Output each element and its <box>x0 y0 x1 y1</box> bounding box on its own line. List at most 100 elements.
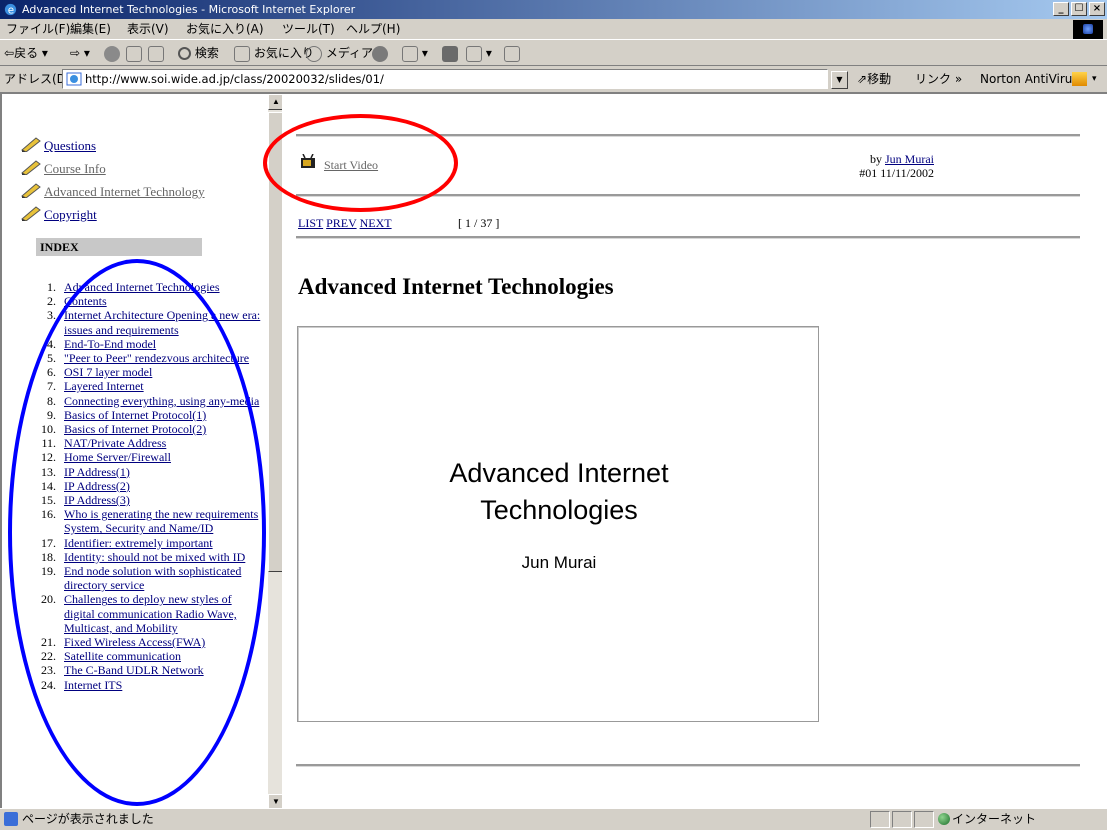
standard-toolbar: ⇦戻る ▾ ⇨ ▾ 検索 お気に入り メディア ▾ ▾ <box>0 41 1107 66</box>
security-zone: インターネット <box>952 812 1037 826</box>
slide-title-line: Advanced Internet <box>449 458 669 488</box>
page-icon <box>66 72 82 86</box>
author-link[interactable]: Jun Murai <box>885 152 934 166</box>
print-icon <box>442 45 458 62</box>
sidebar-link-label: Course Info <box>44 161 106 176</box>
pencil-icon <box>21 160 41 175</box>
refresh-button[interactable] <box>126 41 142 66</box>
home-button[interactable] <box>148 41 164 66</box>
by-label: by <box>870 152 882 166</box>
red-annotation-ellipse <box>263 114 458 212</box>
page-title: Advanced Internet Technologies <box>298 274 614 299</box>
slide-counter: [ 1 / 37 ] <box>458 216 500 230</box>
slide-title-text: Advanced Internet Technologies <box>298 455 820 529</box>
address-input[interactable]: http://www.soi.wide.ad.jp/class/20020032… <box>62 69 828 89</box>
maximize-button[interactable]: ☐ <box>1071 2 1087 16</box>
blue-annotation-ellipse <box>8 259 266 806</box>
edit-button[interactable]: ▾ <box>466 41 492 66</box>
slide-navigation: LIST PREV [ 1 / 37 ] NEXT <box>298 216 898 232</box>
status-panel <box>914 811 934 828</box>
discuss-button[interactable] <box>504 41 520 66</box>
back-label: 戻る <box>14 46 39 60</box>
windows-logo-throbber <box>1073 20 1103 39</box>
window-title-bar: e Advanced Internet Technologies - Micro… <box>0 0 1107 19</box>
slide-title-line: Technologies <box>480 495 638 525</box>
home-icon <box>148 45 164 62</box>
go-label: 移動 <box>867 72 892 86</box>
sidebar-link-label: Copyright <box>44 207 97 222</box>
divider <box>296 764 1080 767</box>
slide-image: Advanced Internet Technologies Jun Murai <box>297 326 819 722</box>
menu-help[interactable]: ヘルプ(H) <box>346 19 400 40</box>
links-button[interactable]: リンク » <box>915 67 962 92</box>
menu-bar: ファイル(F) 編集(E) 表示(V) お気に入り(A) ツール(T) ヘルプ(… <box>0 19 1107 40</box>
internet-explorer-icon: e <box>4 3 17 16</box>
discuss-icon <box>504 45 520 62</box>
status-text: ページが表示されました <box>22 812 154 826</box>
slide-number-date: #01 11/11/2002 <box>859 166 934 180</box>
media-button[interactable]: メディア <box>306 41 373 66</box>
divider <box>296 236 1080 239</box>
pencil-icon <box>21 183 41 198</box>
sidebar-link-advanced-internet-technology[interactable]: Advanced Internet Technology <box>20 180 205 203</box>
pencil-icon <box>21 206 41 221</box>
media-icon <box>306 45 322 62</box>
search-label: 検索 <box>194 46 219 60</box>
mail-icon <box>402 45 418 62</box>
menu-edit[interactable]: 編集(E) <box>70 19 111 40</box>
scroll-down-button[interactable]: ▼ <box>268 794 282 808</box>
refresh-icon <box>126 45 142 62</box>
sidebar-scrollbar[interactable]: ▲ ▼ <box>268 94 282 808</box>
edit-icon <box>466 45 482 62</box>
index-heading: INDEX <box>36 238 202 256</box>
page-status-icon <box>4 812 18 826</box>
norton-antivirus-label: Norton AntiVirus <box>980 72 1079 86</box>
address-bar: アドレス(D) http://www.soi.wide.ad.jp/class/… <box>0 67 1107 92</box>
favorites-label: お気に入り <box>253 46 314 60</box>
search-icon <box>178 47 191 60</box>
address-dropdown-button[interactable]: ▼ <box>831 71 848 89</box>
menu-tools[interactable]: ツール(T) <box>282 19 335 40</box>
address-url: http://www.soi.wide.ad.jp/class/20020032… <box>85 72 384 86</box>
index-number: 2. <box>47 294 56 309</box>
menu-view[interactable]: 表示(V) <box>127 19 169 40</box>
back-button[interactable]: ⇦戻る ▾ <box>4 41 48 66</box>
scroll-up-button[interactable]: ▲ <box>268 94 282 110</box>
window-title: Advanced Internet Technologies - Microso… <box>22 3 356 16</box>
close-button[interactable]: × <box>1089 2 1105 16</box>
favorites-button[interactable]: お気に入り <box>234 41 314 66</box>
norton-antivirus-icon[interactable] <box>1072 72 1087 86</box>
print-button[interactable] <box>442 41 458 66</box>
minimize-button[interactable]: _ <box>1053 2 1069 16</box>
status-bar: ページが表示されました インターネット <box>0 808 1107 829</box>
sidebar-link-copyright[interactable]: Copyright <box>20 203 205 226</box>
sidebar-link-questions[interactable]: Questions <box>20 134 205 157</box>
status-panel <box>870 811 890 828</box>
sidebar-link-course-info[interactable]: Course Info <box>20 157 205 180</box>
history-button[interactable] <box>372 41 388 66</box>
favorites-icon <box>234 45 250 62</box>
window-controls: _ ☐ × <box>1053 2 1105 16</box>
internet-zone-icon <box>938 813 950 825</box>
sidebar-link-label: Questions <box>44 138 96 153</box>
norton-dropdown-icon[interactable]: ▾ <box>1092 67 1097 92</box>
menu-file[interactable]: ファイル(F) <box>6 19 70 40</box>
list-link[interactable]: LIST <box>298 216 323 230</box>
media-label: メディア <box>325 46 373 60</box>
search-button[interactable]: 検索 <box>178 41 219 66</box>
go-button[interactable]: ⇗移動 <box>857 67 891 92</box>
forward-button[interactable]: ⇨ ▾ <box>70 41 90 66</box>
history-icon <box>372 45 388 62</box>
slide-author: Jun Murai <box>521 553 597 572</box>
address-label: アドレス(D) <box>4 72 71 86</box>
index-number: 1. <box>47 280 56 294</box>
sidebar-link-label: Advanced Internet Technology <box>44 184 205 199</box>
pencil-icon <box>21 137 41 152</box>
menu-favorites[interactable]: お気に入り(A) <box>186 19 264 40</box>
stop-icon <box>104 45 120 62</box>
prev-link[interactable]: PREV <box>326 216 356 230</box>
byline: by Jun Murai #01 11/11/2002 <box>734 152 934 180</box>
mail-button[interactable]: ▾ <box>402 41 428 66</box>
next-link[interactable]: NEXT <box>360 216 392 230</box>
stop-button[interactable] <box>104 41 120 66</box>
